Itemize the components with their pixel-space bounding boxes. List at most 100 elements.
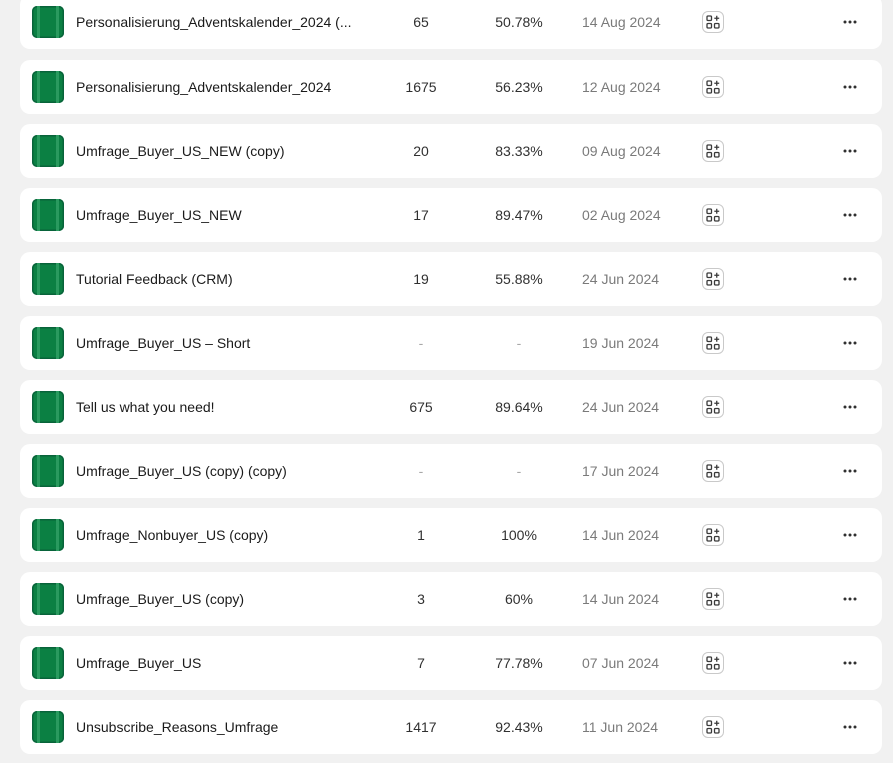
more-actions-icon [843, 725, 857, 729]
date-created: 11 Jun 2024 [582, 719, 659, 735]
survey-row[interactable]: Tell us what you need! 675 89.64% 24 Jun… [20, 380, 882, 434]
more-actions-button[interactable] [838, 397, 862, 417]
add-to-app-button[interactable] [702, 268, 724, 290]
survey-name[interactable]: Umfrage_Buyer_US_NEW (copy) [76, 124, 285, 178]
survey-name[interactable]: Umfrage_Buyer_US – Short [76, 316, 250, 370]
survey-name[interactable]: Tutorial Feedback (CRM) [76, 252, 233, 306]
response-count: 1417 [405, 719, 437, 735]
more-actions-icon [843, 149, 857, 153]
date-created: 14 Jun 2024 [582, 591, 660, 607]
survey-row[interactable]: Umfrage_Buyer_US 7 77.78% 07 Jun 2024 [20, 636, 882, 690]
survey-name[interactable]: Unsubscribe_Reasons_Umfrage [76, 700, 278, 754]
response-count: 1675 [405, 79, 437, 95]
more-actions-button[interactable] [838, 77, 862, 97]
more-actions-button[interactable] [838, 461, 862, 481]
add-to-app-icon [706, 400, 720, 414]
more-actions-button[interactable] [838, 269, 862, 289]
add-to-app-icon [706, 208, 720, 222]
more-actions-icon [843, 533, 857, 537]
more-actions-icon [843, 20, 857, 24]
add-to-app-button[interactable] [702, 140, 724, 162]
survey-name[interactable]: Umfrage_Buyer_US [76, 636, 201, 690]
date-created: 17 Jun 2024 [582, 463, 660, 479]
response-count: 65 [413, 14, 429, 30]
add-to-app-button[interactable] [702, 652, 724, 674]
survey-row[interactable]: Umfrage_Buyer_US_NEW 17 89.47% 02 Aug 20… [20, 188, 882, 242]
add-to-app-icon [706, 720, 720, 734]
date-created: 24 Jun 2024 [582, 399, 660, 415]
date-created: 24 Jun 2024 [582, 271, 660, 287]
survey-list: Personalisierung_Adventskalender_2024 (.… [0, 0, 893, 763]
survey-name[interactable]: Umfrage_Buyer_US (copy) (copy) [76, 444, 287, 498]
more-actions-button[interactable] [838, 141, 862, 161]
date-created: 12 Aug 2024 [582, 79, 661, 95]
survey-row[interactable]: Umfrage_Nonbuyer_US (copy) 1 100% 14 Jun… [20, 508, 882, 562]
survey-name[interactable]: Umfrage_Buyer_US (copy) [76, 572, 244, 626]
response-count: 675 [409, 399, 433, 415]
survey-thumbnail-icon [32, 391, 64, 423]
date-created: 07 Jun 2024 [582, 655, 660, 671]
response-count: - [418, 463, 424, 479]
completion-rate: 83.33% [495, 143, 543, 159]
completion-rate: 77.78% [495, 655, 543, 671]
completion-rate: 100% [501, 527, 537, 543]
survey-thumbnail-icon [32, 327, 64, 359]
more-actions-icon [843, 661, 857, 665]
survey-row[interactable]: Umfrage_Buyer_US (copy) 3 60% 14 Jun 202… [20, 572, 882, 626]
survey-thumbnail-icon [32, 647, 64, 679]
more-actions-icon [843, 277, 857, 281]
survey-thumbnail-icon [32, 583, 64, 615]
survey-thumbnail-icon [32, 135, 64, 167]
add-to-app-icon [706, 528, 720, 542]
add-to-app-button[interactable] [702, 460, 724, 482]
completion-rate: - [516, 335, 522, 351]
more-actions-icon [843, 85, 857, 89]
survey-thumbnail-icon [32, 711, 64, 743]
survey-thumbnail-icon [32, 6, 64, 38]
add-to-app-button[interactable] [702, 204, 724, 226]
more-actions-button[interactable] [838, 589, 862, 609]
response-count: 1 [417, 527, 425, 543]
completion-rate: - [516, 463, 522, 479]
survey-row[interactable]: Unsubscribe_Reasons_Umfrage 1417 92.43% … [20, 700, 882, 754]
more-actions-icon [843, 469, 857, 473]
add-to-app-button[interactable] [702, 396, 724, 418]
survey-thumbnail-icon [32, 71, 64, 103]
date-created: 02 Aug 2024 [582, 207, 661, 223]
completion-rate: 50.78% [495, 14, 543, 30]
survey-thumbnail-icon [32, 199, 64, 231]
survey-row[interactable]: Personalisierung_Adventskalender_2024 (.… [20, 0, 882, 49]
more-actions-button[interactable] [838, 717, 862, 737]
add-to-app-button[interactable] [702, 716, 724, 738]
survey-name[interactable]: Tell us what you need! [76, 380, 215, 434]
add-to-app-button[interactable] [702, 11, 724, 33]
survey-row[interactable]: Tutorial Feedback (CRM) 19 55.88% 24 Jun… [20, 252, 882, 306]
more-actions-button[interactable] [838, 653, 862, 673]
more-actions-button[interactable] [838, 333, 862, 353]
response-count: 17 [413, 207, 429, 223]
survey-name[interactable]: Umfrage_Nonbuyer_US (copy) [76, 508, 268, 562]
add-to-app-icon [706, 592, 720, 606]
response-count: 20 [413, 143, 429, 159]
survey-thumbnail-icon [32, 455, 64, 487]
add-to-app-icon [706, 656, 720, 670]
add-to-app-button[interactable] [702, 524, 724, 546]
survey-name[interactable]: Umfrage_Buyer_US_NEW [76, 188, 242, 242]
date-created: 19 Jun 2024 [582, 335, 660, 351]
survey-row[interactable]: Umfrage_Buyer_US_NEW (copy) 20 83.33% 09… [20, 124, 882, 178]
more-actions-button[interactable] [838, 525, 862, 545]
add-to-app-button[interactable] [702, 588, 724, 610]
more-actions-button[interactable] [838, 12, 862, 32]
add-to-app-button[interactable] [702, 332, 724, 354]
add-to-app-button[interactable] [702, 76, 724, 98]
survey-name[interactable]: Personalisierung_Adventskalender_2024 (.… [76, 0, 352, 49]
add-to-app-icon [706, 80, 720, 94]
response-count: 19 [413, 271, 429, 287]
more-actions-icon [843, 341, 857, 345]
survey-name[interactable]: Personalisierung_Adventskalender_2024 [76, 60, 331, 114]
survey-row[interactable]: Umfrage_Buyer_US (copy) (copy) - - 17 Ju… [20, 444, 882, 498]
survey-row[interactable]: Personalisierung_Adventskalender_2024 16… [20, 60, 882, 114]
date-created: 14 Jun 2024 [582, 527, 660, 543]
survey-row[interactable]: Umfrage_Buyer_US – Short - - 19 Jun 2024 [20, 316, 882, 370]
more-actions-button[interactable] [838, 205, 862, 225]
